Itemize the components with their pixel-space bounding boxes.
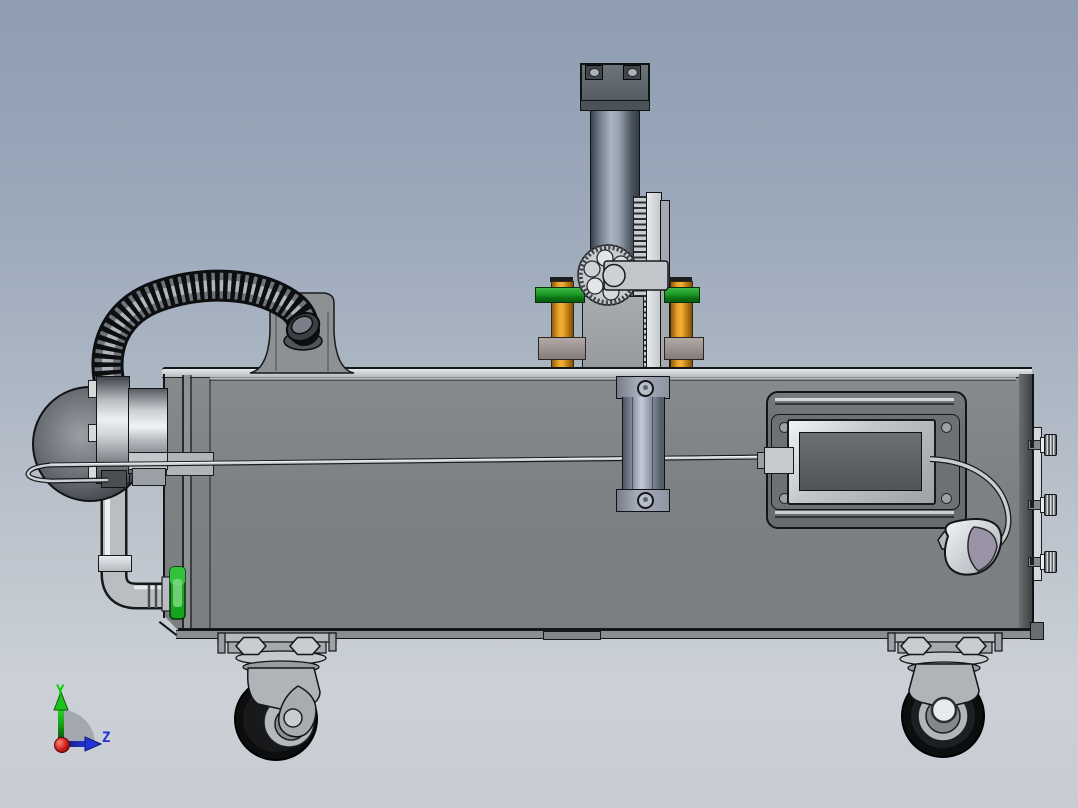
triad-origin-sphere[interactable] — [54, 737, 70, 753]
origin-triad — [53, 690, 103, 753]
triad-y-label[interactable]: Y — [56, 684, 64, 698]
triad-z-label[interactable]: Z — [102, 731, 110, 745]
cad-viewport[interactable]: Y Z — [0, 0, 1078, 808]
